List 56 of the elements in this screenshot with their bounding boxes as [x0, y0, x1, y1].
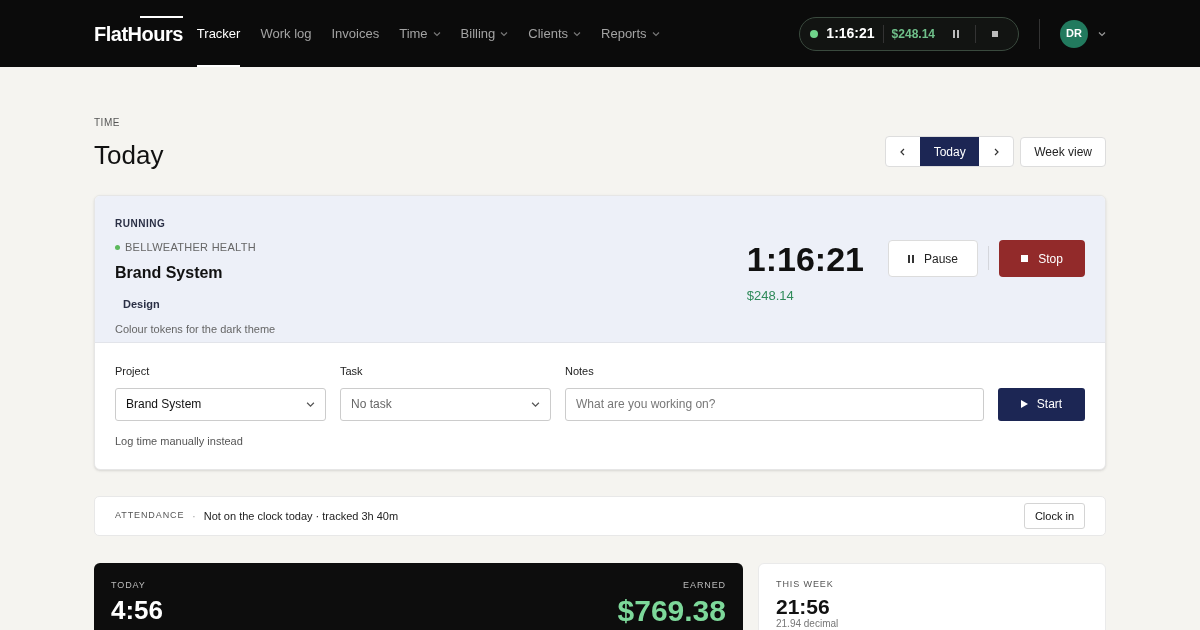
stop-button[interactable]: Stop	[999, 240, 1085, 277]
chevron-down-icon	[306, 399, 315, 409]
field-label: Task	[340, 364, 364, 379]
chevron-right-icon	[992, 147, 1001, 156]
manual-entry-link[interactable]: Log time manually instead	[115, 432, 1085, 449]
week-view-button[interactable]: Week view	[1020, 136, 1106, 167]
pause-icon	[907, 254, 914, 263]
week-total: 21:56	[776, 595, 831, 617]
user-avatar[interactable]: DR	[1060, 19, 1088, 48]
logo[interactable]: FlatHours	[94, 18, 183, 49]
nav-tab[interactable]: Reports	[601, 0, 660, 67]
clock-in-button[interactable]: Clock in	[1023, 503, 1085, 529]
start-button[interactable]: Start	[998, 387, 1085, 421]
card-label: TODAY	[111, 579, 147, 592]
play-icon	[1020, 400, 1028, 408]
running-time: 1:16:21	[746, 242, 864, 276]
nav-tab[interactable]: Clients	[528, 0, 582, 67]
chevron-down-icon[interactable]	[1098, 29, 1106, 38]
nav-tab[interactable]: Billing	[460, 0, 509, 67]
chevron-down-icon	[531, 399, 540, 409]
separator-dot: ·	[192, 509, 196, 524]
chevron-down-icon	[432, 29, 441, 38]
running-amount: $248.14	[746, 287, 795, 305]
attendance-label: ATTENDANCE	[115, 509, 185, 523]
chevron-down-icon	[500, 29, 509, 38]
notes-field[interactable]: What are you working on?	[565, 387, 984, 421]
chevron-down-icon	[651, 29, 660, 38]
card-label: THIS WEEK	[776, 578, 835, 591]
timer-text: 1:16:21	[826, 24, 875, 43]
earned-total: $769.38	[617, 595, 726, 626]
page-title: Today	[94, 139, 164, 172]
today-button[interactable]: Today	[920, 137, 980, 166]
pause-button[interactable]: Pause	[887, 240, 978, 277]
nav-tab[interactable]: Tracker	[196, 0, 241, 67]
eyebrow-label: TIME	[94, 116, 121, 130]
amount-text: $248.14	[891, 25, 935, 43]
project-title: Brand System	[115, 262, 224, 283]
task-tag: Design	[115, 292, 168, 315]
project-select[interactable]: Brand System	[115, 387, 326, 421]
field-label: Project	[115, 364, 151, 379]
card-label: EARNED	[682, 579, 726, 592]
client-name: BELLWEATHER HEALTH	[125, 240, 256, 255]
nav-tab[interactable]: Invoices	[331, 0, 380, 67]
chevron-down-icon	[573, 29, 582, 38]
status-label: RUNNING	[115, 217, 167, 231]
task-select[interactable]: No task	[340, 387, 551, 421]
nav-tab[interactable]: Time	[399, 0, 441, 67]
stop-icon	[992, 30, 998, 37]
nav-tab[interactable]: Work log	[260, 0, 312, 67]
today-total: 4:56	[111, 596, 164, 623]
attendance-status: Not on the clock today · tracked 3h 40m	[203, 508, 399, 524]
field-label: Notes	[565, 364, 595, 379]
pause-icon	[953, 29, 959, 38]
stop-icon	[1021, 255, 1029, 262]
decimal-total: 21.94 decimal	[776, 618, 840, 629]
entry-note: Colour tokens for the dark theme	[115, 322, 276, 337]
